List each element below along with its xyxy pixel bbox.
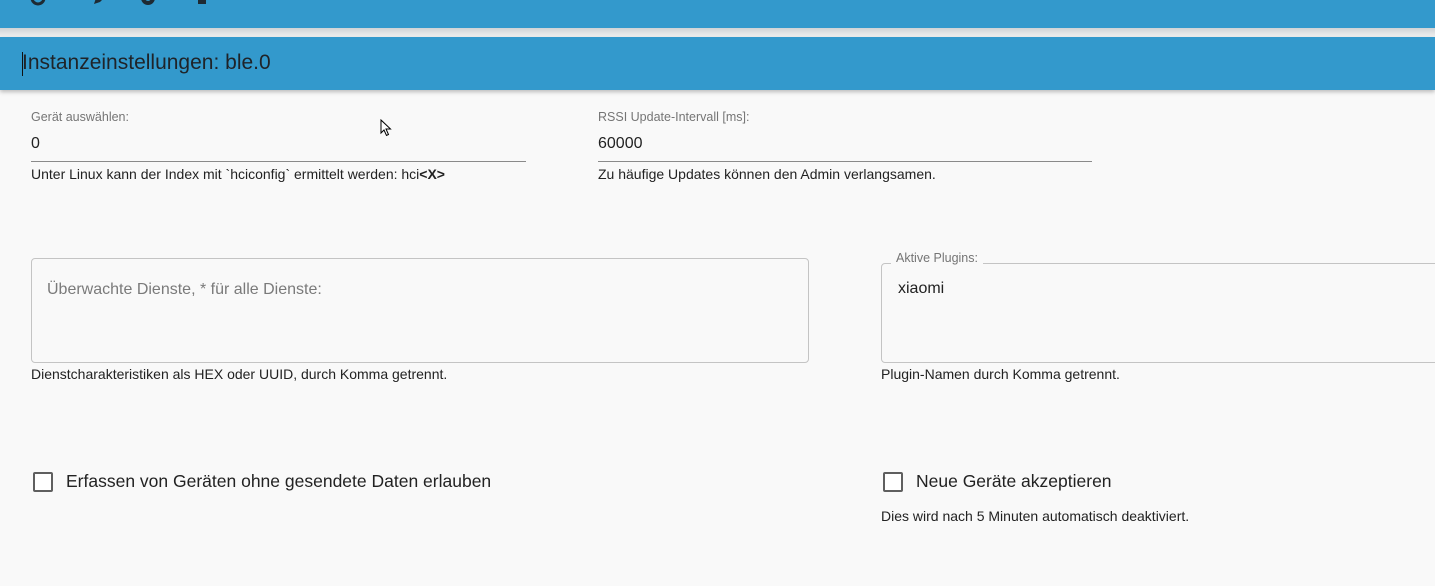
- services-placeholder: Überwachte Dienste, * für alle Dienste:: [47, 281, 322, 298]
- device-select-underline: [31, 161, 526, 162]
- device-select-label: Gerät auswählen:: [31, 110, 129, 124]
- rssi-interval-label: RSSI Update-Intervall [ms]:: [598, 110, 750, 124]
- refresh-icon[interactable]: [30, 0, 46, 6]
- device-select-input[interactable]: 0: [31, 135, 40, 153]
- accept-new-devices-helper: Dies wird nach 5 Minuten automatisch dea…: [881, 508, 1190, 524]
- edit-icon[interactable]: [92, 0, 108, 6]
- plugins-helper: Plugin-Namen durch Komma getrennt.: [881, 366, 1120, 382]
- page-title: Instanzeinstellungen: ble.0: [22, 51, 271, 74]
- services-input[interactable]: Überwachte Dienste, * für alle Dienste:: [31, 258, 809, 363]
- accept-new-devices-label[interactable]: Neue Geräte akzeptieren: [916, 471, 1112, 492]
- plugins-input[interactable]: xiaomi: [881, 263, 1435, 363]
- accept-new-devices-checkbox[interactable]: [883, 472, 903, 492]
- device-helper-bold: <X>: [419, 166, 445, 182]
- plugins-value: xiaomi: [898, 280, 945, 297]
- top-toolbar: [0, 0, 1435, 28]
- services-helper: Dienstcharakteristiken als HEX oder UUID…: [31, 366, 448, 382]
- device-select-helper: Unter Linux kann der Index mit `hciconfi…: [31, 166, 445, 182]
- settings-icon[interactable]: [139, 0, 155, 6]
- plugins-label: Aktive Plugins:: [891, 251, 983, 265]
- allow-no-data-checkbox[interactable]: [33, 472, 53, 492]
- allow-no-data-label[interactable]: Erfassen von Geräten ohne gesendete Date…: [66, 471, 491, 492]
- rssi-interval-input[interactable]: 60000: [598, 135, 643, 153]
- mouse-cursor-icon: [380, 118, 392, 142]
- rssi-interval-helper: Zu häufige Updates können den Admin verl…: [598, 166, 936, 182]
- more-icon[interactable]: [196, 0, 212, 6]
- rssi-interval-underline: [598, 161, 1092, 162]
- device-helper-text: Unter Linux kann der Index mit `hciconfi…: [31, 166, 420, 182]
- dialog-header: Instanzeinstellungen: ble.0: [0, 37, 1435, 90]
- toolbar-shadow: [0, 28, 1435, 37]
